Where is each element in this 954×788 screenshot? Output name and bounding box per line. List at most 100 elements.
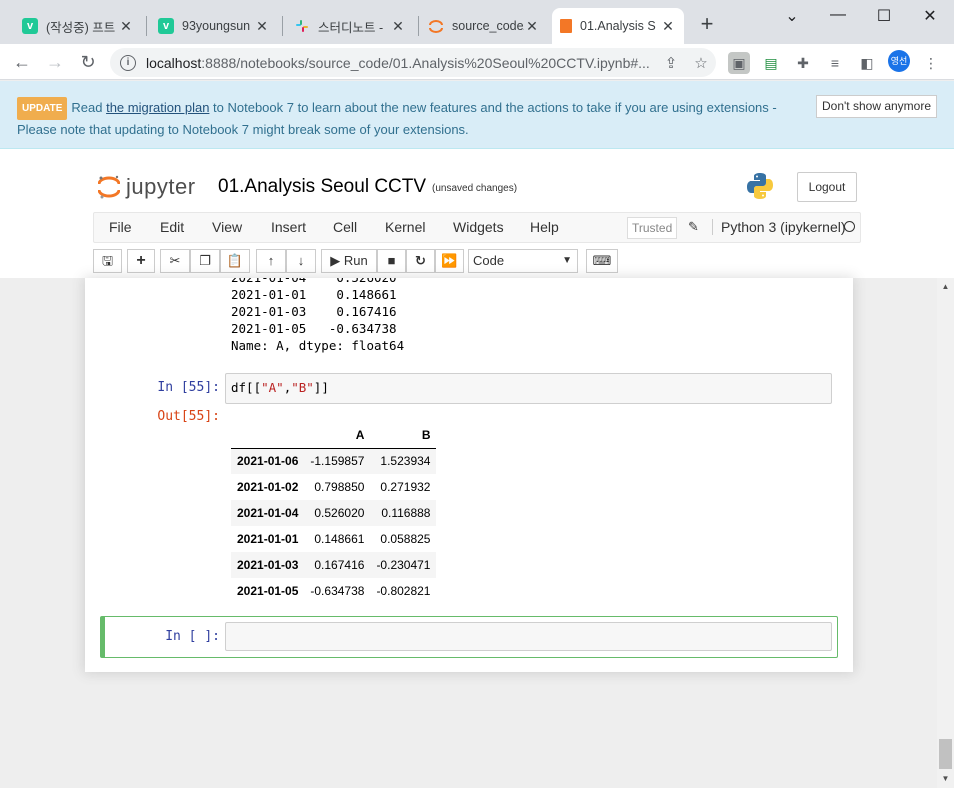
menu-kernel[interactable]: Kernel <box>385 219 425 235</box>
tab-title: 93youngsun <box>182 19 251 33</box>
floppy-icon: 🖫 <box>101 253 114 268</box>
kernel-name: Python 3 (ipykernel) <box>712 219 846 235</box>
close-tab-icon[interactable]: ✕ <box>390 18 406 35</box>
copy-icon: ❐ <box>199 253 211 268</box>
browser-tab-2[interactable]: 스터디노트 - ✕ <box>286 8 414 44</box>
edit-pencil-icon[interactable]: ✎ <box>688 219 699 235</box>
browser-tab-3[interactable]: source_code/ ✕ <box>420 8 548 44</box>
move-down-button[interactable]: ↓ <box>286 249 316 273</box>
table-row: 2021-01-02 0.798850 0.271932 <box>231 474 436 500</box>
menu-widgets[interactable]: Widgets <box>453 219 504 235</box>
extensions-puzzle-icon[interactable]: ✚ <box>792 52 814 74</box>
input-prompt: In [55]: <box>157 380 220 395</box>
restart-icon: ↻ <box>415 253 426 268</box>
menu-cell[interactable]: Cell <box>333 219 357 235</box>
banner-message: UPDATE Read the migration plan to Noteboo… <box>17 97 807 139</box>
browser-toolbar: ← → ↻ i localhost:8888/notebooks/source_… <box>0 44 954 80</box>
cell-value: 0.167416 <box>314 558 365 572</box>
close-tab-icon[interactable]: ✕ <box>254 18 270 35</box>
velog-icon: v <box>22 18 38 34</box>
close-tab-icon[interactable]: ✕ <box>524 18 540 35</box>
url-text[interactable]: localhost:8888/notebooks/source_code/01.… <box>146 55 656 71</box>
run-button[interactable]: ▶ Run <box>321 249 377 273</box>
jupyter-icon <box>428 18 444 34</box>
banner-text: Read <box>71 100 107 115</box>
address-bar[interactable]: i localhost:8888/notebooks/source_code/0… <box>110 48 716 77</box>
logout-button[interactable]: Logout <box>797 172 857 202</box>
browser-tab-1[interactable]: v 93youngsun ✕ <box>150 8 278 44</box>
side-panel-icon[interactable]: ◧ <box>856 52 878 74</box>
index-header <box>231 422 305 449</box>
profile-avatar[interactable]: 영선 <box>888 50 910 72</box>
site-info-icon[interactable]: i <box>120 54 136 71</box>
close-tab-icon[interactable]: ✕ <box>660 18 676 35</box>
menu-edit[interactable]: Edit <box>160 219 184 235</box>
scissors-icon: ✂ <box>169 253 181 268</box>
close-window-button[interactable]: ✕ <box>910 6 950 26</box>
media-control-icon[interactable]: ≡ <box>824 52 846 74</box>
cell-value: 1.523934 <box>380 454 431 469</box>
menu-view[interactable]: View <box>212 219 242 235</box>
row-index: 2021-01-01 <box>237 532 299 546</box>
notebook-icon <box>560 19 572 33</box>
extension-avatar-icon[interactable]: ▣ <box>728 52 750 74</box>
dont-show-anymore-button[interactable]: Don't show anymore <box>816 95 938 118</box>
output-line: 2021-01-03 0.167416 <box>231 304 397 319</box>
code-input-empty[interactable] <box>225 622 832 651</box>
cell-value: 0.526020 <box>314 506 365 520</box>
browser-tab-4-active[interactable]: 01.Analysis S ✕ <box>552 8 684 44</box>
cell-type-select[interactable]: Code ▼ <box>468 249 578 273</box>
slack-icon <box>294 18 310 34</box>
page-scrollbar[interactable]: ▲ ▼ <box>937 278 954 788</box>
table-header-row: A B <box>231 422 437 449</box>
arrow-up-icon: ↑ <box>267 253 275 268</box>
jupyter-logo[interactable]: jupyter <box>97 174 196 200</box>
tab-search-icon[interactable]: ⌄ <box>772 6 812 26</box>
cut-button[interactable]: ✂ <box>160 249 190 273</box>
notebook-title[interactable]: 01.Analysis Seoul CCTV <box>218 176 426 198</box>
scroll-up-arrow-icon[interactable]: ▲ <box>937 282 954 291</box>
bookmark-star-icon[interactable]: ☆ <box>686 54 716 72</box>
scroll-down-arrow-icon[interactable]: ▼ <box>937 774 954 783</box>
code-input[interactable]: df[["A","B"]] <box>225 373 832 404</box>
output-line: 2021-01-05 -0.634738 <box>231 321 397 336</box>
fast-forward-icon: ⏩ <box>441 253 458 268</box>
plus-icon: + <box>136 252 146 269</box>
close-tab-icon[interactable]: ✕ <box>118 18 134 35</box>
reload-button[interactable]: ↻ <box>76 50 100 74</box>
menu-kebab-icon[interactable]: ⋮ <box>920 52 942 74</box>
minimize-button[interactable]: — <box>818 6 858 24</box>
paste-icon: 📋 <box>226 253 244 268</box>
cell-value: -0.802821 <box>376 584 431 598</box>
migration-plan-link[interactable]: the migration plan <box>106 100 209 115</box>
command-palette-button[interactable]: ⌨ <box>586 249 618 273</box>
table-row: 2021-01-01 0.148661 0.058825 <box>231 526 436 552</box>
copy-button[interactable]: ❐ <box>190 249 220 273</box>
table-row: 2021-01-04 0.526020 0.116888 <box>231 500 437 526</box>
update-banner: UPDATE Read the migration plan to Noteboo… <box>0 81 954 149</box>
save-button[interactable]: 🖫 <box>93 249 122 273</box>
interrupt-button[interactable]: ■ <box>377 249 406 273</box>
trusted-indicator[interactable]: Trusted <box>627 217 678 239</box>
python-logo-icon <box>746 172 774 200</box>
extension-screen-icon[interactable]: ▤ <box>760 52 782 74</box>
forward-button[interactable]: → <box>43 50 67 74</box>
cell-type-value: Code <box>473 253 505 268</box>
browser-tab-0[interactable]: v (작성중) 프트 ✕ <box>14 8 142 44</box>
output-line: 2021-01-01 0.148661 <box>231 287 397 302</box>
arrow-down-icon: ↓ <box>297 253 305 268</box>
new-tab-button[interactable]: + <box>694 12 720 38</box>
maximize-button[interactable]: ☐ <box>864 6 904 26</box>
share-icon[interactable]: ⇪ <box>656 54 686 72</box>
menu-help[interactable]: Help <box>530 219 559 235</box>
menu-file[interactable]: File <box>109 219 132 235</box>
row-index: 2021-01-02 <box>237 480 299 494</box>
menu-insert[interactable]: Insert <box>271 219 306 235</box>
restart-button[interactable]: ↻ <box>406 249 435 273</box>
insert-cell-button[interactable]: + <box>127 249 155 273</box>
restart-run-all-button[interactable]: ⏩ <box>435 249 464 273</box>
scroll-thumb[interactable] <box>939 739 952 769</box>
paste-button[interactable]: 📋 <box>220 249 250 273</box>
back-button[interactable]: ← <box>10 50 34 74</box>
move-up-button[interactable]: ↑ <box>256 249 286 273</box>
